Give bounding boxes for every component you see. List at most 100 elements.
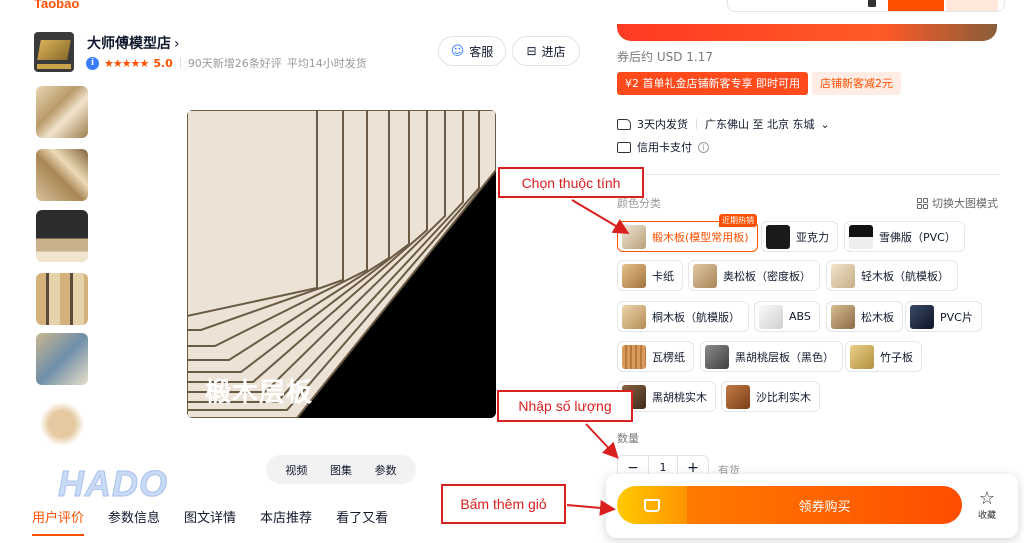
annotation-add-to-cart: Bấm thêm giỏ: [441, 484, 566, 524]
avg-delivery-text: 平均14小时发货: [286, 57, 367, 70]
annotation-select-attribute: Chọn thuộc tính: [498, 167, 644, 198]
option-pvc-foam[interactable]: 雪佛版（PVC）: [844, 221, 965, 252]
media-tab-params[interactable]: 参数: [375, 462, 397, 478]
option-abs[interactable]: ABS: [754, 301, 820, 332]
media-tabs: 视频 图集 参数: [266, 455, 416, 484]
option-label: 椴木板(模型常用板): [652, 230, 749, 244]
rating-stars: ★★★★★: [104, 56, 149, 70]
verified-icon: i: [86, 56, 99, 70]
thumbnail-6[interactable]: [36, 398, 88, 450]
chevron-right-icon: ›: [174, 36, 180, 52]
tab-reviews[interactable]: 用户评价: [32, 507, 85, 536]
tab-store-recommend[interactable]: 本店推荐: [260, 507, 312, 536]
thumbnail-4[interactable]: [36, 273, 88, 325]
option-label: 亚克力: [796, 230, 829, 244]
favorite-button[interactable]: ☆ 收藏: [972, 490, 1002, 522]
camera-icon[interactable]: [868, 0, 876, 7]
option-pvc-sheet[interactable]: PVC片: [905, 301, 982, 332]
option-sapele-solid[interactable]: 沙比利实木: [721, 381, 820, 412]
switch-large-image-mode[interactable]: 切换大图模式: [917, 195, 998, 211]
top-search-box[interactable]: [727, 0, 1005, 12]
shop-meta: i ★★★★★ 5.0 90天新增26条好评 平均14小时发货: [86, 55, 367, 71]
shop-logo[interactable]: [34, 32, 74, 72]
delivery-time: 3天内发货: [637, 118, 688, 131]
option-label: 沙比利实木: [756, 390, 811, 404]
grid-icon: [917, 197, 928, 209]
chat-bubble-icon: ☺: [450, 43, 465, 59]
thumbnail-2[interactable]: [36, 149, 88, 201]
option-corrugated[interactable]: 瓦楞纸: [617, 341, 694, 372]
option-swatch: [831, 263, 855, 288]
option-swatch: [766, 224, 790, 249]
thumbnail-1[interactable]: [36, 86, 88, 138]
divider: [179, 58, 181, 68]
option-swatch: [831, 304, 855, 329]
credit-card-icon: [617, 141, 631, 153]
main-image-caption: 椴木层板: [205, 378, 314, 408]
option-label: 竹子板: [880, 350, 913, 364]
favorite-label: 收藏: [977, 511, 996, 521]
option-label: 雪佛版（PVC）: [879, 230, 956, 244]
truck-icon: [617, 118, 631, 130]
buy-with-coupon-button[interactable]: 领券购买: [687, 486, 962, 524]
payment-row: 信用卡支付 i: [617, 139, 709, 155]
enter-store-label: 进店: [541, 44, 566, 59]
shop-name: 大师傅模型店: [87, 36, 171, 52]
buy-button-label: 领券购买: [798, 499, 851, 515]
option-swatch: [622, 263, 646, 288]
add-to-cart-button[interactable]: [617, 486, 687, 524]
option-label: 瓦楞纸: [652, 350, 685, 364]
section-divider: [617, 174, 1000, 175]
option-label: ABS: [789, 310, 811, 323]
option-label: 黑胡桃层板（黑色）: [735, 350, 834, 364]
chevron-down-icon[interactable]: ⌄: [821, 118, 830, 131]
option-acrylic[interactable]: 亚克力: [761, 221, 838, 252]
new-reviews-text: 90天新增26条好评: [187, 57, 282, 70]
search-button[interactable]: [888, 0, 944, 11]
option-label: 卡纸: [652, 269, 674, 283]
option-swatch: [622, 304, 646, 329]
shipping-row: 3天内发货 广东佛山 至 北京 东城 ⌄: [617, 116, 830, 132]
option-swatch: [622, 344, 646, 369]
shop-name-link[interactable]: 大师傅模型店 ›: [87, 33, 180, 53]
tab-details[interactable]: 图文详情: [184, 507, 236, 536]
option-balsa[interactable]: 轻木板（航模板）: [826, 260, 958, 291]
new-customer-gift-coupon[interactable]: ¥2 首单礼金店铺新客专享 即时可用: [617, 72, 808, 95]
option-pine[interactable]: 松木板: [826, 301, 903, 332]
media-tab-gallery[interactable]: 图集: [330, 462, 352, 478]
option-black-walnut-ply[interactable]: 黑胡桃层板（黑色）: [700, 341, 843, 372]
hot-sale-badge: 近期热销: [719, 214, 757, 227]
option-swatch: [705, 344, 729, 369]
option-cardboard[interactable]: 卡纸: [617, 260, 683, 291]
option-swatch: [910, 304, 934, 329]
option-paulownia[interactable]: 桐木板（航模版）: [617, 301, 749, 332]
customer-service-button[interactable]: ☺ 客服: [438, 36, 506, 66]
new-customer-discount-coupon[interactable]: 店铺新客减2元: [812, 72, 901, 95]
hado-watermark-logo: HADO: [58, 463, 168, 505]
tab-also-viewed[interactable]: 看了又看: [336, 507, 388, 536]
divider: [696, 119, 697, 129]
top-action-button[interactable]: [946, 0, 998, 11]
media-tab-video[interactable]: 视频: [285, 462, 307, 478]
option-mdf[interactable]: 奥松板（密度板）: [688, 260, 820, 291]
option-swatch: [759, 304, 783, 329]
after-coupon-price: 券后约 USD 1.17: [617, 50, 713, 64]
option-label: 奥松板（密度板）: [723, 269, 811, 283]
thumbnail-3[interactable]: [36, 210, 88, 262]
taobao-logo-text[interactable]: Taobao: [34, 0, 79, 11]
rating-score: 5.0: [153, 56, 173, 70]
thumbnail-5[interactable]: [36, 333, 88, 385]
info-icon[interactable]: i: [698, 141, 709, 153]
detail-tabs: 用户评价 参数信息 图文详情 本店推荐 看了又看: [32, 507, 388, 536]
cart-icon: [644, 498, 660, 512]
shipping-route[interactable]: 广东佛山 至 北京 东城: [705, 116, 815, 132]
enter-store-button[interactable]: ⊟ 进店: [512, 36, 580, 66]
tab-params[interactable]: 参数信息: [108, 507, 160, 536]
customer-service-label: 客服: [469, 44, 494, 59]
option-swatch: [850, 344, 874, 369]
option-bamboo[interactable]: 竹子板: [845, 341, 922, 372]
option-label: 桐木板（航模版）: [652, 310, 740, 324]
store-icon: ⊟: [526, 44, 537, 58]
switch-mode-label: 切换大图模式: [932, 197, 998, 210]
option-swatch: [693, 263, 717, 288]
